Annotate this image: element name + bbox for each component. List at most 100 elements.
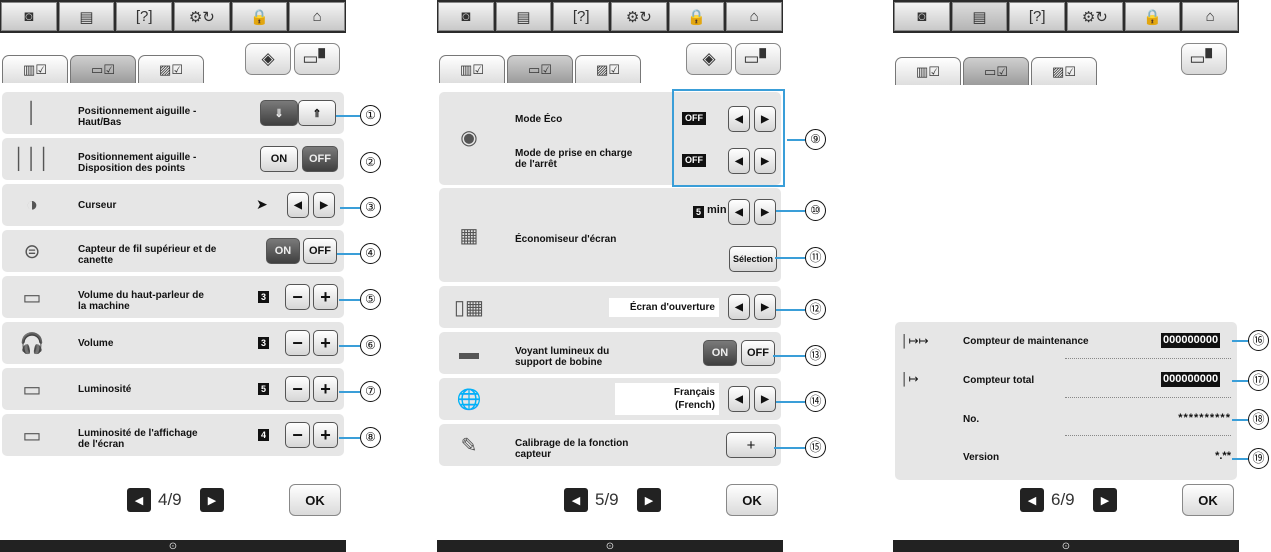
maintenance-icon: │↦↦ [901, 334, 929, 348]
tab-embroidery-settings[interactable]: ▨☑ [575, 55, 641, 83]
saver-next-button[interactable]: ▶ [754, 199, 776, 225]
home-tab[interactable]: ⌂ [726, 2, 783, 31]
cursor-prev-button[interactable]: ◀ [287, 192, 309, 218]
tab-general-settings[interactable]: ▥☑ [439, 55, 505, 83]
page-indicator: 6/9 [1051, 490, 1075, 509]
help-tab[interactable]: [?] [553, 2, 610, 31]
divider [1065, 435, 1231, 436]
needle-thread-tab[interactable]: ⚙↻ [1067, 2, 1123, 31]
callout-13: ⑬ [805, 345, 826, 366]
needle-down-button[interactable]: ⇓ [260, 100, 298, 126]
settings-sub-tabs: ▥☑ ▭☑ ▨☑ [2, 55, 204, 83]
calibrate-button[interactable]: + [726, 432, 776, 458]
opening-next-button[interactable]: ▶ [754, 294, 776, 320]
opening-prev-button[interactable]: ◀ [728, 294, 750, 320]
off-button[interactable]: OFF [303, 238, 337, 264]
off-button[interactable]: OFF [741, 340, 775, 366]
next-page-button[interactable]: ▶ [200, 488, 224, 512]
callout-9: ⑨ [805, 129, 826, 150]
lock-tab[interactable]: 🔒 [231, 2, 288, 31]
on-button[interactable]: ON [260, 146, 298, 172]
lock-tab[interactable]: 🔒 [1124, 2, 1181, 31]
divider [1065, 397, 1231, 398]
minus-button[interactable]: − [285, 330, 310, 356]
calibration-icon: ✎ [460, 434, 478, 457]
ok-button[interactable]: OK [726, 484, 778, 516]
setting-label: Positionnement aiguille - Haut/Bas [78, 106, 197, 128]
spool-icon: ▬ [459, 341, 479, 364]
needle-thread-tab[interactable]: ⚙↻ [174, 2, 230, 31]
plus-button[interactable]: + [313, 422, 338, 448]
needle-up-button[interactable]: ⇑ [298, 100, 336, 126]
callout-leader [1232, 458, 1248, 460]
ok-button[interactable]: OK [1182, 484, 1234, 516]
document-tab[interactable]: ▤ [951, 2, 1008, 31]
needle-thread-tab[interactable]: ⚙↻ [611, 2, 667, 31]
prev-page-button[interactable]: ◀ [127, 488, 151, 512]
callout-19: ⑲ [1248, 448, 1269, 469]
eco-label: Mode Éco [515, 114, 563, 125]
tab-embroidery-settings[interactable]: ▨☑ [1031, 57, 1097, 85]
cursor-next-button[interactable]: ▶ [313, 192, 335, 218]
language-value: Français (French) [615, 383, 719, 415]
lock-icon: 🔒 [687, 8, 706, 26]
machine-info-icon: ▭▘ [743, 49, 773, 68]
minus-button[interactable]: − [285, 376, 310, 402]
setting-label: Curseur [78, 200, 117, 211]
camera-tab[interactable]: ◙ [894, 2, 950, 31]
tab-general-settings[interactable]: ▥☑ [895, 57, 961, 85]
prev-page-button[interactable]: ◀ [1020, 488, 1044, 512]
tab-machine-settings[interactable]: ▭☑ [963, 57, 1029, 85]
callout-leader [776, 309, 805, 311]
camera-tab[interactable]: ◙ [438, 2, 494, 31]
off-button[interactable]: OFF [302, 146, 338, 172]
tab-machine-settings[interactable]: ▭☑ [70, 55, 136, 83]
help-icon: [?] [1028, 8, 1046, 25]
callout-leader [336, 115, 360, 117]
camera-icon: ◙ [917, 8, 927, 25]
page-indicator: 4/9 [158, 490, 182, 509]
settings-panel-page-5: ◙ ▤ [?] ⚙↻ 🔒 ⌂ ▥☑ ▭☑ ▨☑ ◈ ▭▘ ◉ Mode Éco … [437, 0, 785, 552]
on-button[interactable]: ON [703, 340, 737, 366]
footer: ◀ 6/9 ▶ OK [893, 482, 1239, 542]
tab-general-settings[interactable]: ▥☑ [2, 55, 68, 83]
saver-prev-button[interactable]: ◀ [728, 199, 750, 225]
callout-7: ⑦ [360, 381, 381, 402]
ok-button[interactable]: OK [289, 484, 341, 516]
next-page-button[interactable]: ▶ [1093, 488, 1117, 512]
top-tab-bar: ◙ ▤ [?] ⚙↻ 🔒 ⌂ [0, 0, 346, 33]
tab-embroidery-settings[interactable]: ▨☑ [138, 55, 204, 83]
select-button[interactable]: Sélection [729, 246, 777, 272]
camera-tab[interactable]: ◙ [1, 2, 57, 31]
machine-info-button[interactable]: ▭▘ [735, 43, 781, 75]
callout-leader [776, 401, 805, 403]
plus-button[interactable]: + [313, 330, 338, 356]
home-tab[interactable]: ⌂ [1182, 2, 1239, 31]
home-tab[interactable]: ⌂ [289, 2, 346, 31]
minus-button[interactable]: − [285, 422, 310, 448]
machine-info-button[interactable]: ▭▘ [294, 43, 340, 75]
on-button[interactable]: ON [266, 238, 300, 264]
next-page-button[interactable]: ▶ [637, 488, 661, 512]
reset-button[interactable]: ◈ [686, 43, 732, 75]
help-tab[interactable]: [?] [1009, 2, 1066, 31]
prev-page-button[interactable]: ◀ [564, 488, 588, 512]
language-prev-button[interactable]: ◀ [728, 386, 750, 412]
plus-button[interactable]: + [313, 284, 338, 310]
document-tab[interactable]: ▤ [58, 2, 115, 31]
help-tab[interactable]: [?] [116, 2, 173, 31]
top-tab-bar: ◙ ▤ [?] ⚙↻ 🔒 ⌂ [893, 0, 1239, 33]
lock-tab[interactable]: 🔒 [668, 2, 725, 31]
reset-button[interactable]: ◈ [245, 43, 291, 75]
machine-info-button[interactable]: ▭▘ [1181, 43, 1227, 75]
callout-4: ④ [360, 243, 381, 264]
minus-button[interactable]: − [285, 284, 310, 310]
language-next-button[interactable]: ▶ [754, 386, 776, 412]
plus-button[interactable]: + [313, 376, 338, 402]
tab-machine-settings[interactable]: ▭☑ [507, 55, 573, 83]
mouse-icon: ◑ [25, 193, 39, 216]
screen-saver-icon: ▦ [459, 224, 479, 247]
setting-row-cursor: ◑ Curseur ➤ ◀ ▶ [2, 184, 344, 226]
setting-row-speaker-volume: ▭ Volume du haut-parleur de la machine 3… [2, 276, 344, 318]
document-tab[interactable]: ▤ [495, 2, 552, 31]
